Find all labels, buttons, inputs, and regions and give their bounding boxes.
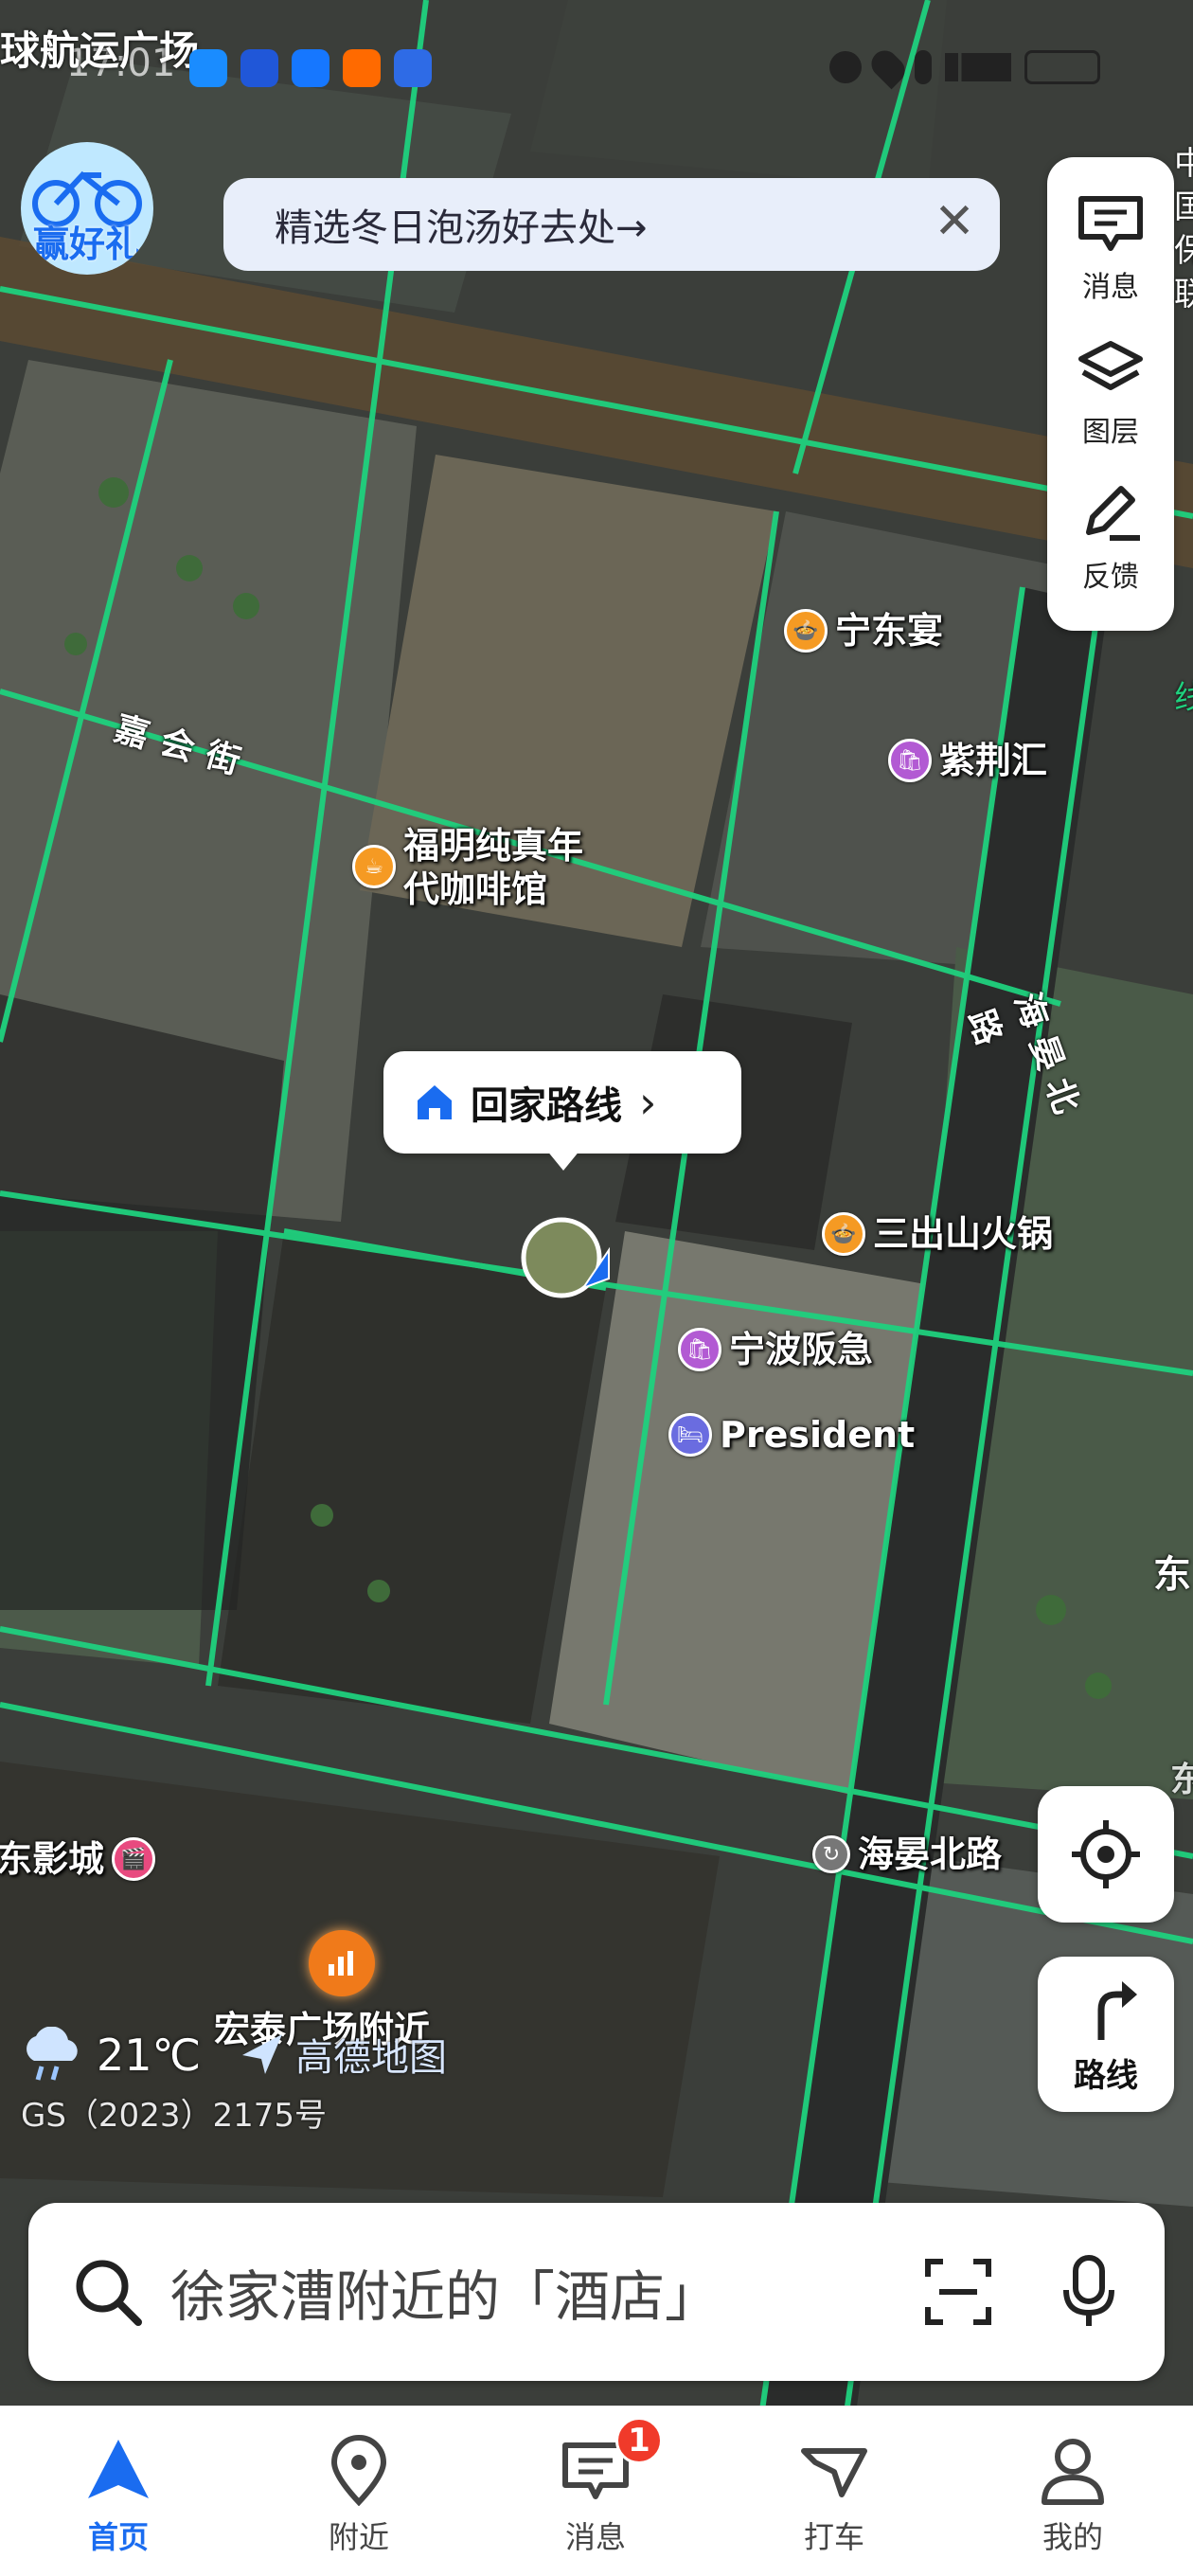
app-icon-5	[394, 49, 432, 87]
edge-label-2: 东	[1170, 1761, 1193, 1799]
home-arrow-icon	[88, 2440, 149, 2498]
message-icon	[1078, 195, 1143, 251]
nav-messages[interactable]: 消息 1	[534, 2417, 663, 2557]
search-bar[interactable]: 徐家漕附近的「酒店」	[28, 2203, 1165, 2381]
poi-label-line2: 代咖啡馆	[403, 868, 548, 910]
message-app-icon	[189, 49, 227, 87]
tool-feedback[interactable]: 反馈	[1047, 483, 1174, 595]
user-icon	[1042, 2439, 1104, 2505]
nav-taxi[interactable]: 打车	[773, 2434, 896, 2557]
edge-label-1: 东	[1153, 1553, 1191, 1597]
location-arrow-icon	[521, 1217, 610, 1298]
home-icon	[418, 1085, 452, 1119]
poi-sanchushan-hotpot[interactable]: 🍲 三出山火锅	[822, 1212, 1053, 1256]
battery-icon	[1024, 50, 1100, 84]
map-edge-text: 中国 保 联 线	[1174, 145, 1193, 717]
home-route-bubble[interactable]: 回家路线 ›	[383, 1051, 741, 1171]
poi-coffee[interactable]: ☕ 福明纯真年 代咖啡馆	[352, 824, 583, 911]
poi-label: President	[720, 1414, 916, 1456]
alipay-icon	[292, 49, 329, 87]
route-button[interactable]: 路线	[1038, 1957, 1174, 2112]
nav-nearby[interactable]: 附近	[297, 2434, 420, 2557]
signal-icon	[945, 53, 1011, 81]
weather-temp: 21℃	[97, 2030, 202, 2081]
layers-icon	[1078, 340, 1143, 390]
route-turn-icon	[1097, 1980, 1137, 2040]
brand-logo: 高德地图	[237, 2027, 447, 2082]
system-status-icons	[829, 45, 1100, 90]
home-route-label: 回家路线	[471, 1084, 622, 1128]
promo-banner-text: 精选冬日泡汤好去处→	[275, 206, 648, 250]
area-hotspot[interactable]	[309, 1930, 375, 1996]
pin-icon	[330, 2435, 387, 2506]
microphone-icon[interactable]	[1060, 2254, 1117, 2330]
amap-logo-icon	[242, 2034, 282, 2074]
locate-button[interactable]	[1038, 1786, 1174, 1923]
shopping-icon: 🛍	[888, 739, 932, 782]
poi-ningdongyan[interactable]: 🍲 宁东宴	[784, 609, 943, 653]
nav-profile[interactable]: 我的	[1011, 2434, 1134, 2557]
hotel-icon: 🛏	[668, 1413, 712, 1457]
taxi-icon	[801, 2448, 867, 2497]
mic-icon	[915, 50, 932, 84]
poi-president-hotel[interactable]: 🛏 President	[668, 1413, 915, 1457]
promo-banner[interactable]: 精选冬日泡汤好去处→ ✕	[223, 178, 1000, 271]
poi-ningbo-hankyu[interactable]: 🛍 宁波阪急	[678, 1328, 873, 1371]
poi-label: 三出山火锅	[873, 1213, 1054, 1255]
poi-label-line1: 福明纯真年	[403, 825, 584, 867]
notification-icons	[189, 49, 432, 87]
weather-widget[interactable]: 21℃	[17, 2027, 201, 2084]
chevron-right-icon: ›	[639, 1077, 657, 1128]
restaurant-icon: 🍲	[784, 609, 828, 653]
route-button-label: 路线	[1074, 2056, 1138, 2095]
search-icon	[76, 2260, 142, 2326]
scan-icon[interactable]	[922, 2256, 994, 2328]
shopping-icon: 🛍	[678, 1328, 721, 1371]
location-overlay-text: 球航运广场	[0, 27, 200, 74]
tool-layers[interactable]: 图层	[1047, 338, 1174, 450]
road-label-haiyan: ↻ 海晏北路	[812, 1833, 1002, 1876]
promo-badge[interactable]: 赢好礼	[21, 142, 153, 275]
map-license: GS（2023）2175号	[21, 2097, 327, 2135]
poi-zijinghui[interactable]: 🛍 紫荆汇	[888, 739, 1047, 782]
brand-name: 高德地图	[295, 2036, 447, 2080]
poi-label: 宁波阪急	[729, 1329, 874, 1370]
current-location-marker[interactable]	[519, 1212, 632, 1307]
promo-badge-text: 赢好礼	[32, 224, 141, 265]
poi-label: 宁东宴	[835, 610, 944, 652]
alarm-icon	[829, 51, 862, 83]
road-marker-icon: ↻	[812, 1835, 850, 1873]
bubble-tail	[546, 1150, 580, 1171]
nav-home[interactable]: 首页	[57, 2434, 180, 2557]
satellite-map[interactable]: 回家路线 › 🍲 宁东宴 🛍 紫荆汇 ☕ 福明纯真年 代咖啡馆 🍲 三出山火锅 …	[0, 0, 1193, 2576]
taobao-icon	[343, 49, 381, 87]
message-badge: 1	[615, 2417, 663, 2464]
right-toolbar: 消息 图层 反馈	[1047, 157, 1174, 631]
poi-label: 东影城	[0, 1838, 105, 1880]
feedback-icon	[1086, 486, 1140, 542]
close-icon[interactable]: ✕	[926, 193, 983, 250]
status-bar: 17:01 球航运广场	[0, 0, 1193, 104]
tool-message[interactable]: 消息	[1047, 193, 1174, 305]
bar-chart-icon	[329, 1951, 353, 1976]
poi-label: 紫荆汇	[939, 740, 1048, 781]
restaurant-icon: 🍲	[822, 1212, 865, 1256]
location-icon	[865, 45, 911, 90]
crosshair-icon	[1072, 1820, 1140, 1888]
search-input[interactable]: 徐家漕附近的「酒店」	[170, 2252, 922, 2332]
cloud-rain-icon	[27, 2027, 78, 2081]
app-icon-2	[240, 49, 278, 87]
poi-cinema[interactable]: 🎬 东影城	[0, 1837, 156, 1881]
coffee-icon: ☕	[352, 845, 396, 888]
cinema-icon: 🎬	[112, 1837, 156, 1881]
